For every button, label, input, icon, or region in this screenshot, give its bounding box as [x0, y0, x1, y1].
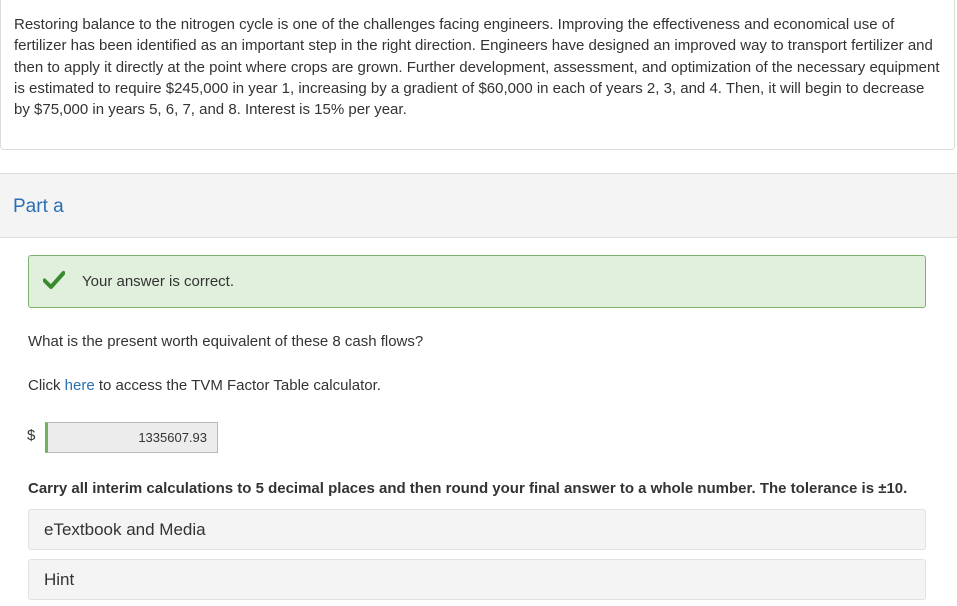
part-a-section: Part a Your answer is correct. What is t… [0, 173, 957, 606]
tvm-instruction: Click here to access the TVM Factor Tabl… [28, 377, 381, 394]
part-title: Part a [13, 196, 64, 217]
tvm-calculator-link[interactable]: here [65, 377, 95, 394]
check-icon [43, 271, 65, 289]
section-gap [0, 150, 957, 173]
currency-symbol: $ [27, 427, 36, 444]
etextbook-label: eTextbook and Media [44, 520, 206, 539]
correct-feedback-box: Your answer is correct. [28, 255, 926, 308]
hint-label: Hint [44, 570, 75, 589]
answer-input[interactable] [45, 422, 218, 453]
correct-message: Your answer is correct. [82, 273, 235, 290]
rounding-instructions: Carry all interim calculations to 5 deci… [28, 480, 908, 497]
tvm-suffix: to access the TVM Factor Table calculato… [94, 377, 381, 394]
hint-button[interactable]: Hint [28, 559, 926, 600]
part-header: Part a [0, 174, 957, 238]
etextbook-media-button[interactable]: eTextbook and Media [28, 509, 926, 550]
problem-statement-box: Restoring balance to the nitrogen cycle … [0, 0, 955, 150]
question-text: What is the present worth equivalent of … [28, 333, 424, 350]
tvm-prefix: Click [28, 377, 65, 394]
problem-text: Restoring balance to the nitrogen cycle … [14, 16, 940, 119]
